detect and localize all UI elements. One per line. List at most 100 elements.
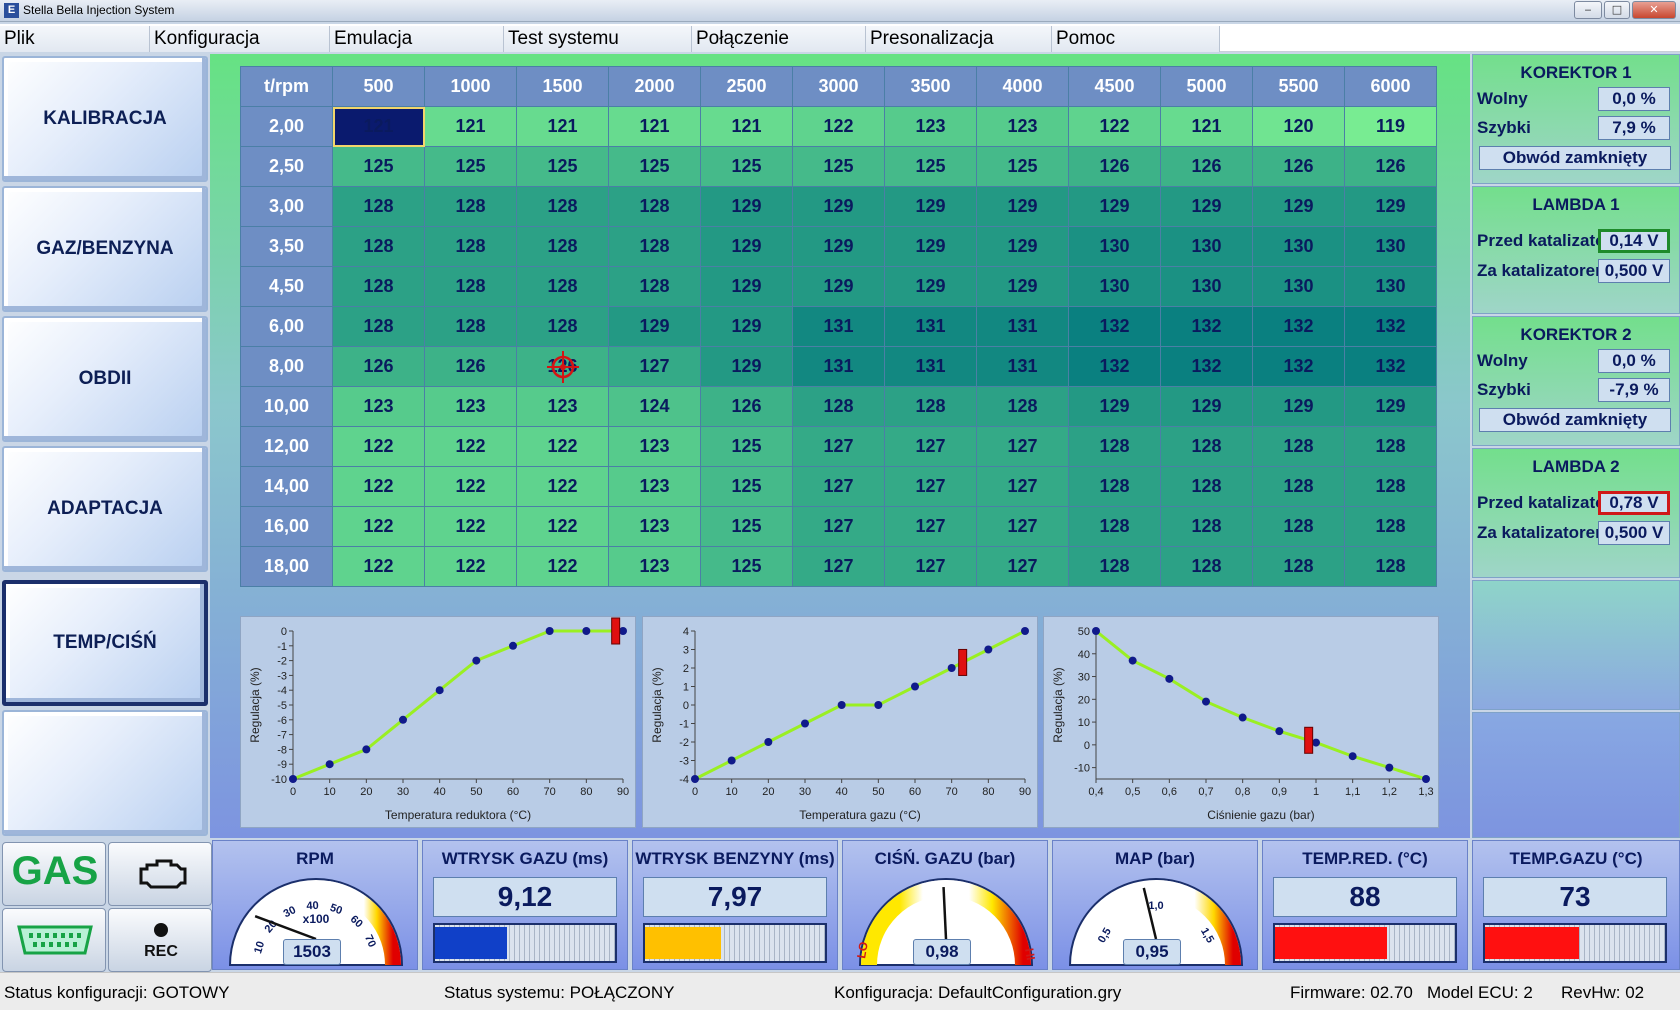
grid-cell[interactable]: 122 [424, 506, 517, 547]
grid-cell[interactable]: 131 [884, 306, 977, 347]
nav-empty-button[interactable] [2, 710, 208, 836]
grid-cell[interactable]: 129 [700, 346, 793, 387]
grid-cell[interactable]: 132 [1160, 346, 1253, 387]
grid-cell[interactable]: 129 [700, 306, 793, 347]
grid-cell[interactable]: 132 [1252, 346, 1345, 387]
grid-cell[interactable]: 128 [1160, 426, 1253, 467]
grid-cell[interactable]: 132 [1344, 346, 1437, 387]
grid-cell[interactable]: 122 [424, 466, 517, 507]
grid-cell[interactable]: 128 [1252, 426, 1345, 467]
grid-cell[interactable]: 129 [792, 186, 885, 227]
grid-cell[interactable]: 125 [516, 146, 609, 187]
grid-cell[interactable]: 126 [700, 386, 793, 427]
grid-cell[interactable]: 132 [1344, 306, 1437, 347]
grid-cell[interactable]: 129 [884, 186, 977, 227]
grid-cell[interactable]: 129 [1160, 186, 1253, 227]
grid-cell[interactable]: 129 [792, 266, 885, 307]
check-engine-button[interactable] [108, 842, 212, 906]
grid-cell[interactable]: 132 [1252, 306, 1345, 347]
grid-cell[interactable]: 129 [1160, 386, 1253, 427]
grid-cell[interactable]: 128 [1344, 546, 1437, 587]
grid-cell[interactable]: 128 [332, 266, 425, 307]
grid-cell[interactable]: 123 [608, 506, 701, 547]
grid-cell[interactable]: 127 [792, 426, 885, 467]
grid-cell[interactable]: 122 [424, 426, 517, 467]
grid-cell[interactable]: 125 [700, 426, 793, 467]
grid-cell[interactable]: 128 [1160, 506, 1253, 547]
nav-obdii-button[interactable]: OBDII [2, 316, 208, 442]
grid-cell[interactable]: 129 [1252, 386, 1345, 427]
grid-cell[interactable]: 128 [884, 386, 977, 427]
grid-cell[interactable]: 128 [608, 266, 701, 307]
grid-cell[interactable]: 128 [1068, 546, 1161, 587]
grid-cell[interactable]: 128 [424, 226, 517, 267]
grid-cell[interactable]: 123 [976, 106, 1069, 147]
grid-cell[interactable]: 128 [1252, 506, 1345, 547]
grid-cell[interactable]: 128 [792, 386, 885, 427]
korektor1-obwod-button[interactable]: Obwód zamknięty [1479, 146, 1671, 170]
grid-cell[interactable]: 129 [1344, 186, 1437, 227]
grid-cell[interactable]: 123 [884, 106, 977, 147]
grid-cell[interactable]: 128 [1252, 546, 1345, 587]
menu-pomoc[interactable]: Pomoc [1052, 26, 1220, 52]
maximize-button[interactable]: □ [1604, 1, 1630, 19]
grid-cell[interactable]: 128 [332, 186, 425, 227]
grid-cell[interactable]: 132 [1068, 346, 1161, 387]
grid-cell[interactable]: 128 [1252, 466, 1345, 507]
grid-cell[interactable]: 131 [884, 346, 977, 387]
grid-cell[interactable]: 119 [1344, 106, 1437, 147]
grid-cell[interactable]: 129 [884, 226, 977, 267]
grid-cell[interactable]: 129 [976, 226, 1069, 267]
grid-cell[interactable]: 127 [792, 546, 885, 587]
grid-cell[interactable]: 127 [792, 506, 885, 547]
grid-cell[interactable]: 125 [700, 146, 793, 187]
grid-cell[interactable]: 128 [608, 186, 701, 227]
grid-cell[interactable]: 128 [332, 226, 425, 267]
nav-gaz-benzyna-button[interactable]: GAZ/BENZYNA [2, 186, 208, 312]
grid-cell[interactable]: 123 [608, 426, 701, 467]
grid-cell[interactable]: 125 [700, 546, 793, 587]
grid-cell[interactable]: 127 [976, 546, 1069, 587]
korektor2-obwod-button[interactable]: Obwód zamknięty [1479, 408, 1671, 432]
grid-cell[interactable]: 128 [1344, 426, 1437, 467]
grid-cell[interactable]: 123 [608, 466, 701, 507]
grid-cell[interactable]: 127 [976, 506, 1069, 547]
grid-cell[interactable]: 123 [424, 386, 517, 427]
grid-cell[interactable]: 126 [332, 346, 425, 387]
grid-cell[interactable]: 123 [608, 546, 701, 587]
grid-cell[interactable]: 128 [424, 306, 517, 347]
grid-cell[interactable]: 127 [976, 426, 1069, 467]
grid-cell[interactable]: 130 [1068, 266, 1161, 307]
grid-cell[interactable]: 123 [332, 386, 425, 427]
grid-cell[interactable]: 130 [1160, 266, 1253, 307]
grid-cell[interactable]: 131 [976, 346, 1069, 387]
grid-cell[interactable]: 128 [332, 306, 425, 347]
grid-cell[interactable]: 122 [516, 466, 609, 507]
grid-cell[interactable]: 122 [792, 106, 885, 147]
grid-cell[interactable]: 122 [332, 426, 425, 467]
grid-cell[interactable]: 128 [1160, 466, 1253, 507]
obd-connector-button[interactable] [2, 908, 106, 972]
grid-cell[interactable]: 122 [516, 546, 609, 587]
grid-cell[interactable]: 129 [700, 266, 793, 307]
grid-cell[interactable]: 122 [424, 546, 517, 587]
grid-cell[interactable]: 127 [884, 466, 977, 507]
grid-cell[interactable]: 128 [608, 226, 701, 267]
grid-cell[interactable]: 128 [516, 306, 609, 347]
grid-cell[interactable]: 127 [884, 506, 977, 547]
grid-cell[interactable]: 122 [332, 466, 425, 507]
grid-cell[interactable]: 125 [976, 146, 1069, 187]
chart-temp-reduktora[interactable]: 0 10 20 30 40 50 60 70 80 90 0 -1 -2 -3 -4 -5 -6 -7 -8 -9 -1… [240, 616, 636, 828]
grid-cell[interactable]: 125 [792, 146, 885, 187]
close-button[interactable]: ✕ [1632, 1, 1676, 19]
grid-cell[interactable]: 130 [1344, 266, 1437, 307]
grid-cell[interactable]: 128 [1068, 506, 1161, 547]
grid-cell[interactable]: 126 [1344, 146, 1437, 187]
grid-cell[interactable]: 129 [700, 186, 793, 227]
grid-cell[interactable]: 128 [1344, 506, 1437, 547]
menu-polaczenie[interactable]: Połączenie [692, 26, 866, 52]
grid-cell[interactable]: 127 [884, 426, 977, 467]
nav-temp-cisn-button[interactable]: TEMP/CIŚŃ [2, 580, 208, 706]
grid-cell[interactable]: 132 [1068, 306, 1161, 347]
grid-cell[interactable]: 128 [1344, 466, 1437, 507]
